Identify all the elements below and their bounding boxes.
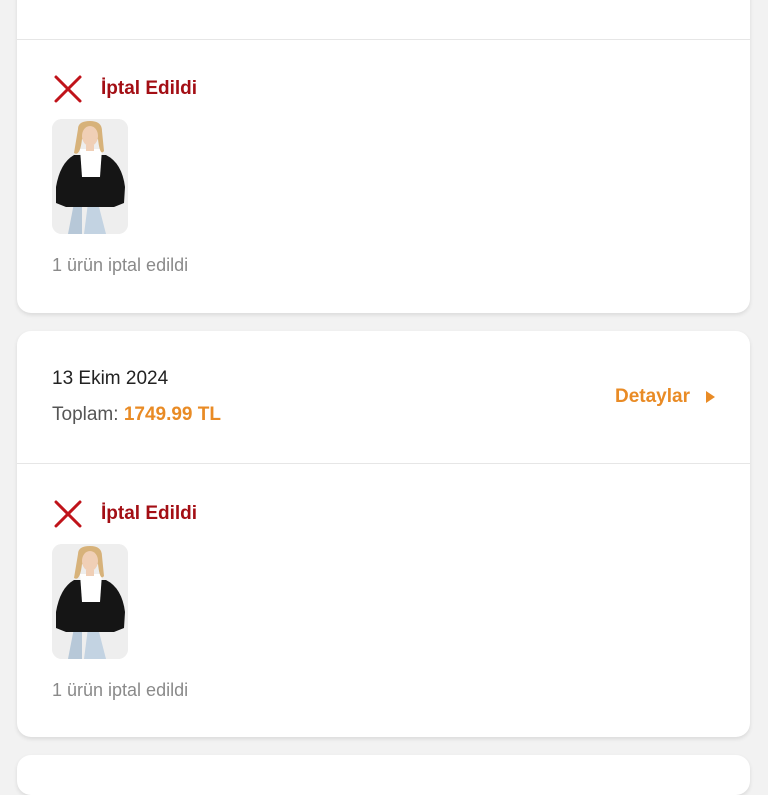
order-total-label: Toplam: xyxy=(52,404,119,425)
order-card[interactable]: 13 Ekim 2024 Toplam: 1749.99 TL Detaylar… xyxy=(17,331,750,737)
order-card-header xyxy=(17,0,750,40)
order-total-value: 1749.99 TL xyxy=(123,404,221,425)
details-link[interactable]: Detaylar xyxy=(615,386,715,408)
product-thumbnail[interactable] xyxy=(52,119,128,234)
order-total: Toplam: 1749.99 TL xyxy=(52,404,221,426)
order-status-label: İptal Edildi xyxy=(101,503,198,524)
close-x-icon xyxy=(54,75,82,103)
order-status-row: İptal Edildi xyxy=(52,498,197,530)
order-status-label: İptal Edildi xyxy=(101,78,198,99)
order-status-row: İptal Edildi xyxy=(52,73,197,105)
order-date: 13 Ekim 2024 xyxy=(52,368,169,389)
details-label: Detaylar xyxy=(615,386,690,407)
order-status-note: 1 ürün iptal edildi xyxy=(52,680,189,700)
order-card[interactable]: İptal Edildi 1 ürün iptal edildi xyxy=(17,0,750,313)
order-status-note: 1 ürün iptal edildi xyxy=(52,255,189,275)
product-thumbnail[interactable] xyxy=(52,544,128,659)
close-x-icon xyxy=(54,500,82,528)
order-card[interactable] xyxy=(17,755,750,795)
order-card-header: 13 Ekim 2024 Toplam: 1749.99 TL Detaylar xyxy=(17,331,750,464)
arrow-right-icon xyxy=(706,391,715,403)
